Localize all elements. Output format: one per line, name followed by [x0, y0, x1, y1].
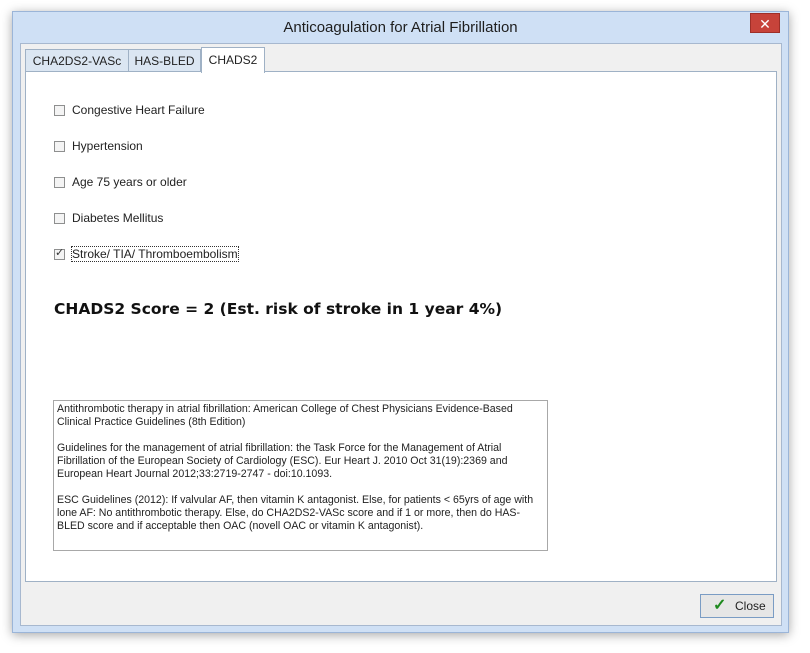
reference-paragraph: Guidelines for the management of atrial … [57, 442, 508, 480]
reference-paragraph: ESC Guidelines (2012): If valvular AF, t… [57, 494, 534, 532]
checkbox-label[interactable]: Congestive Heart Failure [72, 103, 205, 117]
reference-paragraph: Antithrombotic therapy in atrial fibrill… [57, 403, 513, 428]
references-textbox[interactable]: Antithrombotic therapy in atrial fibrill… [53, 400, 548, 551]
checkbox[interactable] [54, 213, 65, 224]
close-icon: ✕ [759, 16, 771, 32]
tab-label: CHA2DS2-VASc [32, 54, 122, 68]
tab-cha2ds2-vasc[interactable]: CHA2DS2-VASc [25, 49, 129, 72]
checkbox-label[interactable]: Hypertension [72, 139, 143, 153]
window-close-button[interactable]: ✕ [750, 13, 780, 33]
checkbox-label[interactable]: Age 75 years or older [72, 175, 187, 189]
dialog-window: Anticoagulation for Atrial Fibrillation … [12, 11, 789, 633]
tab-label: HAS-BLED [134, 54, 195, 68]
dialog-client: CHA2DS2-VASc HAS-BLED CHADS2 Congestive … [20, 43, 782, 626]
tab-panel-chads2: Congestive Heart Failure Hypertension Ag… [25, 71, 777, 582]
checkbox[interactable]: ✓ [54, 247, 65, 260]
checkbox-label[interactable]: Diabetes Mellitus [72, 211, 163, 225]
checkbox[interactable] [54, 105, 65, 116]
checkbox-label[interactable]: Stroke/ TIA/ Thromboembolism [71, 246, 239, 262]
checkmark-icon: ✓ [55, 247, 65, 259]
tab-chads2[interactable]: CHADS2 [201, 47, 265, 73]
checkbox[interactable] [54, 177, 65, 188]
chads2-score-text: CHADS2 Score = 2 (Est. risk of stroke in… [54, 300, 503, 318]
window-title: Anticoagulation for Atrial Fibrillation [283, 19, 518, 36]
check-icon: ✓ [713, 597, 727, 614]
tab-label: CHADS2 [208, 53, 258, 67]
checkbox[interactable] [54, 141, 65, 152]
title-bar[interactable]: Anticoagulation for Atrial Fibrillation … [13, 12, 788, 43]
close-button-label: Close [735, 599, 766, 613]
close-button[interactable]: ✓ Close [700, 594, 774, 618]
tab-has-bled[interactable]: HAS-BLED [128, 49, 201, 72]
